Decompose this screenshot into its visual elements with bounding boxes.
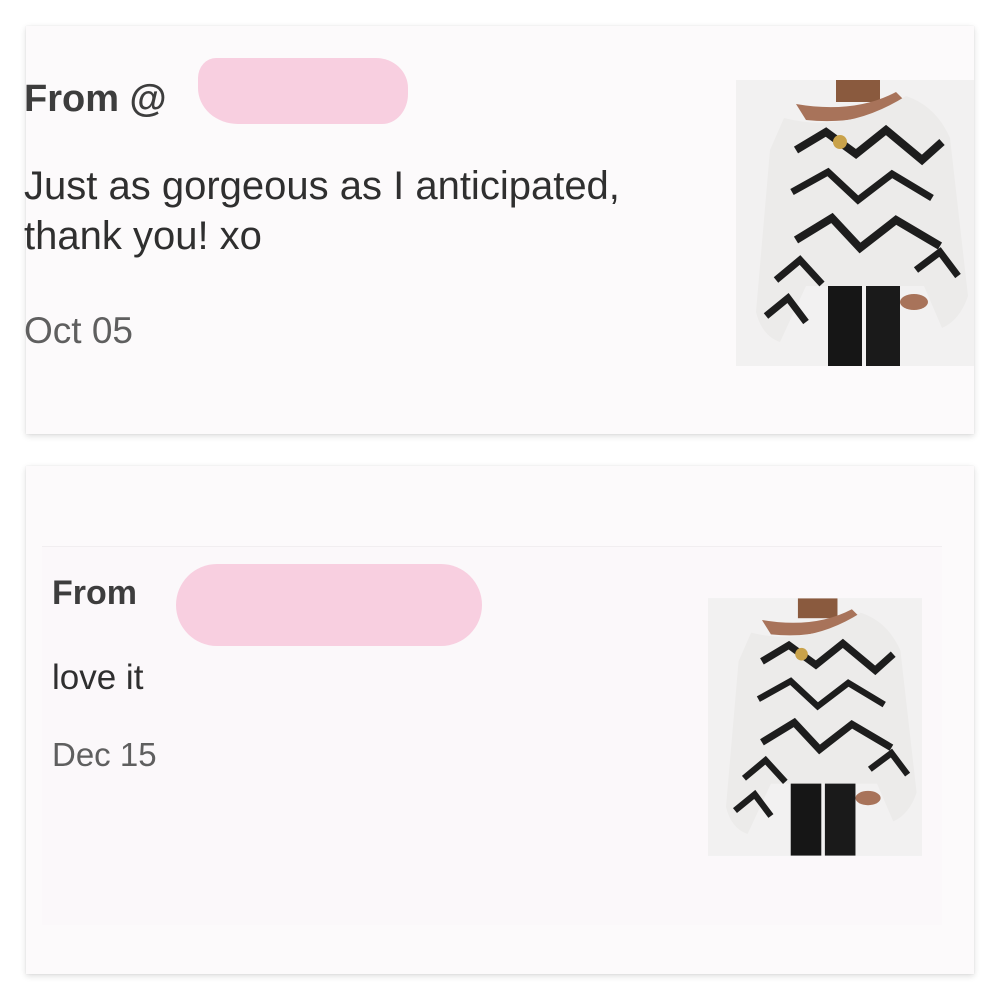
review-card: From love it Dec 15 [26, 466, 974, 974]
redacted-username [176, 564, 482, 646]
review-author: From @ [24, 78, 167, 120]
product-photo[interactable] [736, 80, 974, 366]
review-date: Oct 05 [24, 310, 133, 351]
sweater-photo-icon [736, 80, 974, 366]
sweater-photo-icon [708, 598, 922, 856]
product-photo[interactable] [708, 598, 922, 856]
review-message: Just as gorgeous as I anticipated, thank… [24, 164, 620, 258]
review-card: From @ Just as gorgeous as I anticipated… [24, 26, 974, 434]
redacted-username [198, 58, 408, 124]
review-message: love it [52, 658, 144, 697]
review-date: Dec 15 [52, 736, 157, 773]
review-author: From [52, 574, 137, 612]
